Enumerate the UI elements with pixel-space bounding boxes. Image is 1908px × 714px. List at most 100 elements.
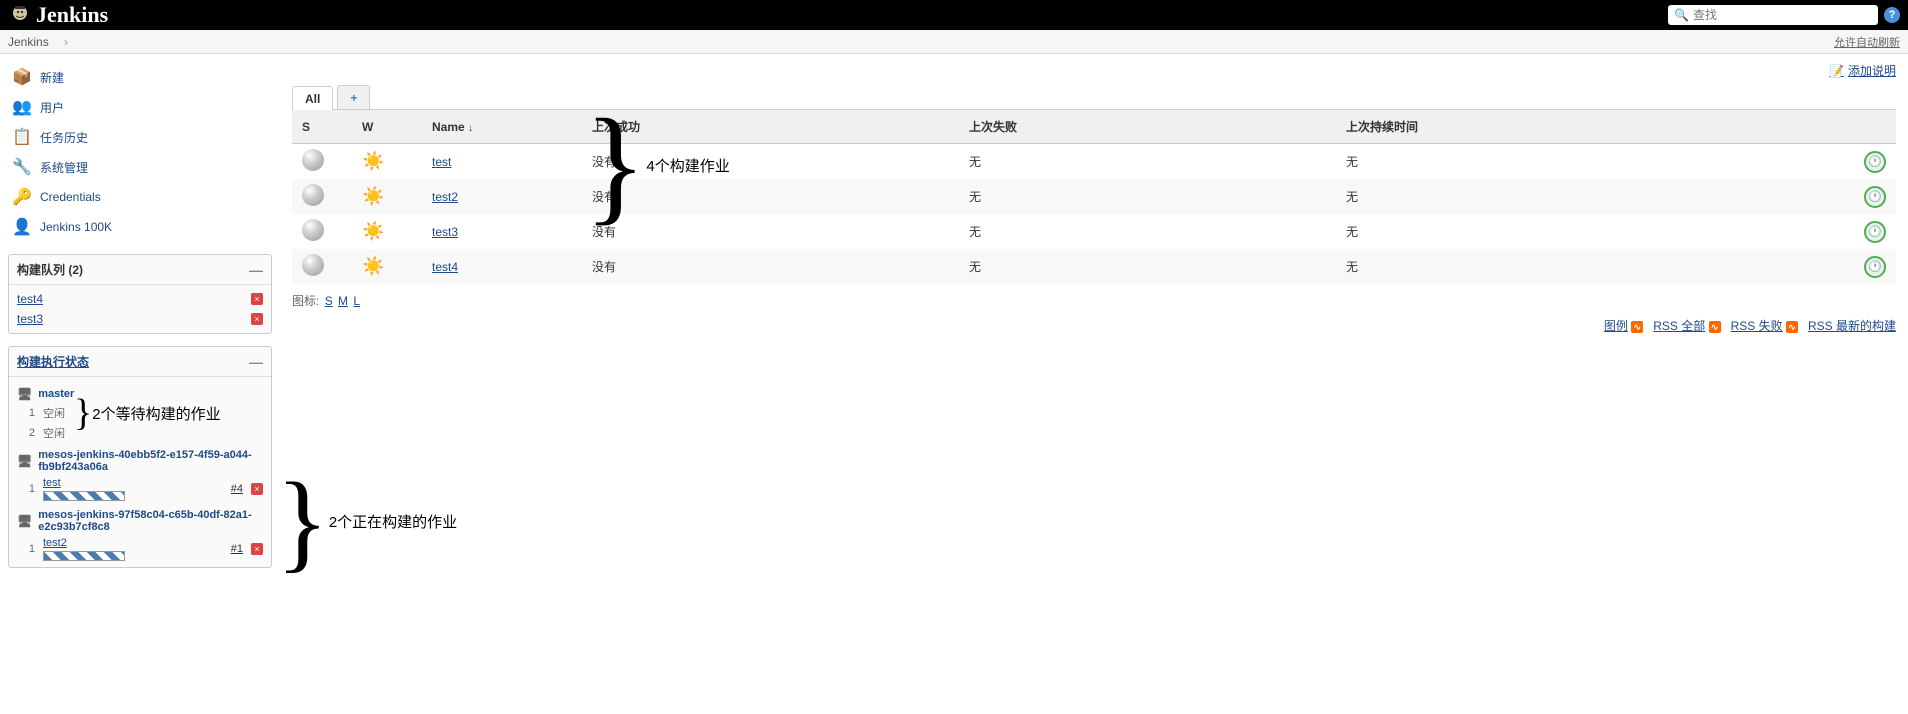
nav-icon: 🔧 — [12, 157, 32, 177]
cancel-icon[interactable]: × — [251, 293, 263, 305]
table-header-row: S W Name ↓ 上次成功 上次失败 上次持续时间 — [292, 110, 1896, 144]
nav-label: 系统管理 — [40, 159, 88, 176]
progress-bar[interactable] — [43, 551, 125, 561]
build-number-link[interactable]: #1 — [231, 543, 243, 555]
schedule-build-icon[interactable]: 🕐 — [1864, 151, 1886, 173]
executor-node[interactable]: 🖥mesos-jenkins-40ebb5f2-e157-4f59-a044-f… — [9, 443, 271, 475]
col-last-duration[interactable]: 上次持续时间 — [1336, 110, 1846, 144]
help-icon[interactable]: ? — [1884, 7, 1900, 23]
schedule-build-icon[interactable]: 🕐 — [1864, 186, 1886, 208]
computer-icon: 🖥 — [17, 514, 32, 528]
cancel-icon[interactable]: × — [251, 313, 263, 325]
nav-icon: 🔑 — [12, 187, 32, 207]
node-name: mesos-jenkins-97f58c04-c65b-40df-82a1-e2… — [38, 509, 263, 533]
header-right: 🔍 ? — [1668, 5, 1900, 25]
exec-job-link[interactable]: test2 — [43, 537, 67, 549]
nav-item-5[interactable]: 👤Jenkins 100K — [8, 212, 272, 242]
nav-item-2[interactable]: 📋任务历史 — [8, 122, 272, 152]
queue-body: test4 × test3 × — [9, 285, 271, 333]
col-actions — [1846, 110, 1896, 144]
collapse-icon[interactable]: — — [249, 262, 263, 278]
nav-label: Credentials — [40, 190, 101, 204]
legend-link[interactable]: 图例 — [1604, 319, 1628, 333]
rss-icon: ∿ — [1786, 321, 1798, 333]
nav-label: 用户 — [40, 99, 64, 116]
build-queue-header: 构建队列 (2) — — [9, 255, 271, 285]
cell-last-failure: 无 — [959, 214, 1336, 249]
nav-item-1[interactable]: 👥用户 — [8, 92, 272, 122]
executor-row: 2空闲 — [9, 423, 271, 443]
tab-all[interactable]: All — [292, 86, 333, 110]
executor-row: 1空闲 — [9, 403, 271, 423]
main-content: 📝 添加说明 All + S W Name ↓ 上次成功 上次失败 上次持续 — [280, 54, 1908, 576]
nav-icon: 📦 — [12, 67, 32, 87]
jenkins-logo-icon — [8, 3, 32, 27]
auto-refresh-link[interactable]: 允许自动刷新 — [1834, 34, 1900, 50]
table-row: ☀️ test2 没有 无 无 🕐 — [292, 179, 1896, 214]
icon-size-selector: 图标: S M L — [292, 292, 1896, 309]
nav-icon: 👤 — [12, 217, 32, 237]
executor-node[interactable]: 🖥master — [9, 381, 271, 403]
icon-size-l[interactable]: L — [353, 294, 360, 308]
job-name-link[interactable]: test4 — [432, 260, 458, 274]
rss-all-link[interactable]: RSS 全部 — [1653, 319, 1705, 333]
rss-latest-link[interactable]: RSS 最新的构建 — [1808, 319, 1896, 333]
search-input[interactable] — [1693, 8, 1872, 22]
add-description-link[interactable]: 📝 添加说明 — [1829, 62, 1896, 79]
executor-body: 🖥master1空闲2空闲🖥mesos-jenkins-40ebb5f2-e15… — [9, 377, 271, 567]
add-description: 📝 添加说明 — [292, 62, 1896, 79]
header-brand[interactable]: Jenkins — [8, 2, 108, 28]
cell-last-duration: 无 — [1336, 214, 1846, 249]
progress-bar[interactable] — [43, 491, 125, 501]
executor-row: 1 test #4 × — [9, 475, 271, 503]
breadcrumb-separator: › — [64, 35, 68, 49]
sidebar: 📦新建👥用户📋任务历史 🔧 系统管理 🔑 Credentials 👤Jenkins 100… — [0, 54, 280, 576]
col-name[interactable]: Name ↓ — [422, 110, 582, 144]
cancel-icon[interactable]: × — [251, 543, 263, 555]
weather-sun-icon[interactable]: ☀️ — [362, 256, 384, 278]
icon-size-s[interactable]: S — [325, 294, 333, 308]
cell-last-success: 没有 — [582, 249, 959, 284]
search-box[interactable]: 🔍 — [1668, 5, 1878, 25]
nav-label: 任务历史 — [40, 129, 88, 146]
sort-down-icon: ↓ — [468, 123, 473, 134]
breadcrumb: Jenkins › — [8, 35, 68, 49]
executor-header: 构建执行状态 — — [9, 347, 271, 377]
tab-add[interactable]: + — [337, 85, 370, 109]
status-ball-icon[interactable] — [302, 254, 324, 276]
collapse-icon[interactable]: — — [249, 354, 263, 370]
icon-size-m[interactable]: M — [338, 294, 348, 308]
schedule-build-icon[interactable]: 🕐 — [1864, 221, 1886, 243]
col-status[interactable]: S — [292, 110, 352, 144]
nav-item-0[interactable]: 📦新建 — [8, 62, 272, 92]
nav-item-3[interactable]: 🔧 系统管理 — [8, 152, 272, 182]
weather-sun-icon[interactable]: ☀️ — [362, 221, 384, 243]
build-number-link[interactable]: #4 — [231, 483, 243, 495]
cancel-icon[interactable]: × — [251, 483, 263, 495]
cell-last-failure: 无 — [959, 249, 1336, 284]
weather-sun-icon[interactable]: ☀️ — [362, 186, 384, 208]
status-ball-icon[interactable] — [302, 184, 324, 206]
job-name-link[interactable]: test — [432, 155, 451, 169]
job-name-link[interactable]: test3 — [432, 225, 458, 239]
cell-last-failure: 无 — [959, 179, 1336, 214]
queue-job-link[interactable]: test4 — [17, 292, 43, 306]
nav-item-4[interactable]: 🔑 Credentials — [8, 182, 272, 212]
breadcrumb-bar: Jenkins › 允许自动刷新 — [0, 30, 1908, 54]
exec-job-link[interactable]: test — [43, 477, 61, 489]
status-ball-icon[interactable] — [302, 149, 324, 171]
status-ball-icon[interactable] — [302, 219, 324, 241]
breadcrumb-root[interactable]: Jenkins — [8, 35, 49, 49]
weather-sun-icon[interactable]: ☀️ — [362, 151, 384, 173]
executor-node[interactable]: 🖥 mesos-jenkins-97f58c04-c65b-40df-82a1-e… — [9, 503, 271, 535]
col-last-failure[interactable]: 上次失败 — [959, 110, 1336, 144]
queue-job-link[interactable]: test3 — [17, 312, 43, 326]
executor-title[interactable]: 构建执行状态 — [17, 353, 89, 370]
executor-panel: 构建执行状态 — 🖥master1空闲2空闲🖥mesos-jenkins-40e… — [8, 346, 272, 568]
col-weather[interactable]: W — [352, 110, 422, 144]
schedule-build-icon[interactable]: 🕐 — [1864, 256, 1886, 278]
col-last-success[interactable]: 上次成功 — [582, 110, 959, 144]
job-name-link[interactable]: test2 — [432, 190, 458, 204]
exec-status: 空闲 — [43, 405, 263, 421]
rss-fail-link[interactable]: RSS 失败 — [1731, 319, 1783, 333]
